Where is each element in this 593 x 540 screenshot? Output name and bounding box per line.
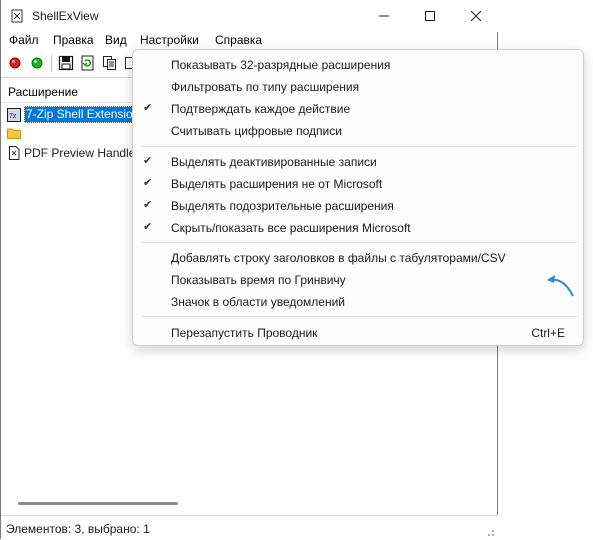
window-title: ShellExView (32, 9, 99, 23)
disable-red-icon[interactable] (7, 55, 23, 71)
pdf-icon (9, 146, 20, 160)
settings-dropdown-menu: Показывать 32-разрядные расширения Фильт… (132, 49, 584, 346)
menu-item-confirm-actions[interactable]: ✔ Подтверждать каждое действие (133, 98, 583, 120)
menu-item-label: Фильтровать по типу расширения (171, 80, 360, 94)
column-header-extension[interactable]: Расширение (8, 85, 78, 99)
save-icon[interactable] (58, 55, 74, 71)
annotation-arrow-icon (547, 275, 574, 297)
menu-settings[interactable]: Настройки (140, 33, 199, 47)
menu-item-label: Показывать время по Гринвичу (171, 273, 346, 287)
refresh-icon[interactable] (80, 55, 96, 71)
menu-item-mark-non-microsoft[interactable]: ✔ Выделять расширения не от Microsoft (133, 173, 583, 195)
menu-file[interactable]: Файл (9, 33, 39, 47)
menu-item-gmt-time[interactable]: Показывать время по Гринвичу (133, 269, 583, 291)
menu-item-label: Выделять подозрительные расширения (171, 199, 394, 213)
menu-item-label: Выделять деактивированные записи (171, 155, 377, 169)
menu-help[interactable]: Справка (215, 33, 262, 47)
menu-separator (141, 146, 577, 147)
menu-separator (141, 242, 577, 243)
check-icon: ✔ (143, 102, 153, 114)
menu-item-label: Значок в области уведомлений (171, 295, 346, 309)
menu-item-shortcut: Ctrl+E (531, 326, 565, 340)
menu-item-show-32bit[interactable]: Показывать 32-разрядные расширения (133, 54, 583, 76)
menu-item-restart-explorer[interactable]: Перезапустить Проводник Ctrl+E (133, 322, 583, 344)
resize-grip-icon[interactable] (485, 527, 495, 537)
copy-icon[interactable] (102, 55, 118, 71)
check-icon: ✔ (143, 155, 153, 167)
menu-item-read-signatures[interactable]: Считывать цифровые подписи (133, 120, 583, 142)
menu-item-label: Скрыть/показать все расширения Microsoft (171, 221, 411, 235)
menu-item-label: Считывать цифровые подписи (171, 124, 342, 138)
title-bar: ShellExView (1, 0, 498, 32)
menu-edit[interactable]: Правка (53, 33, 94, 47)
menu-view[interactable]: Вид (105, 33, 127, 47)
check-icon: ✔ (143, 177, 153, 189)
menu-item-tray-icon[interactable]: Значок в области уведомлений (133, 291, 583, 313)
minimize-button[interactable] (366, 0, 402, 32)
enable-green-icon[interactable] (29, 55, 45, 71)
close-button[interactable] (458, 0, 494, 32)
list-item-label: 7-Zip Shell Extension (24, 106, 142, 123)
horizontal-scrollbar[interactable] (18, 502, 178, 505)
minimize-icon (379, 15, 389, 17)
menu-item-hide-microsoft[interactable]: ✔ Скрыть/показать все расширения Microso… (133, 217, 583, 239)
menu-item-label: Добавлять строку заголовков в файлы с та… (171, 251, 506, 265)
menu-item-label: Показывать 32-разрядные расширения (171, 58, 391, 72)
app-icon (11, 9, 23, 23)
check-icon: ✔ (143, 199, 153, 211)
status-text: Элементов: 3, выбрано: 1 (6, 522, 150, 536)
svg-text:7z: 7z (9, 113, 17, 120)
menu-bar: Файл Правка Вид Настройки Справка (1, 32, 498, 50)
status-bar: Элементов: 3, выбрано: 1 (1, 515, 498, 540)
check-icon: ✔ (143, 221, 153, 233)
menu-item-mark-disabled[interactable]: ✔ Выделять деактивированные записи (133, 151, 583, 173)
close-icon (471, 11, 481, 21)
menu-item-label: Перезапустить Проводник (171, 326, 318, 340)
list-item-label: PDF Preview Handler (24, 146, 140, 160)
menu-item-label: Выделять расширения не от Microsoft (171, 177, 383, 191)
menu-item-mark-suspicious[interactable]: ✔ Выделять подозрительные расширения (133, 195, 583, 217)
maximize-button[interactable] (412, 0, 448, 32)
folder-icon (7, 128, 21, 139)
zip-icon: 7z (7, 108, 21, 122)
menu-item-label: Подтверждать каждое действие (171, 102, 351, 116)
menu-item-csv-header[interactable]: Добавлять строку заголовков в файлы с та… (133, 247, 583, 269)
menu-item-filter-type[interactable]: Фильтровать по типу расширения (133, 76, 583, 98)
maximize-icon (425, 11, 435, 21)
menu-separator (141, 316, 577, 317)
